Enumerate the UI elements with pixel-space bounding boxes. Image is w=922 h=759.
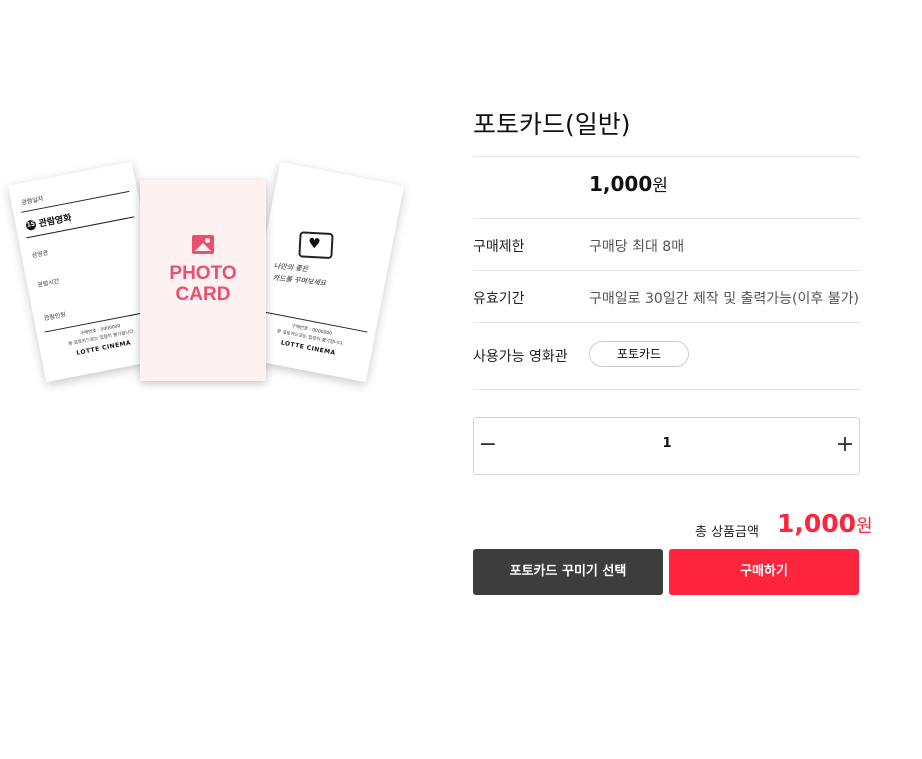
age-rating-badge: 15 <box>25 218 37 231</box>
validity-value: 구매일로 30일간 제작 및 출력가능(이후 불가) <box>589 291 859 307</box>
quantity-value[interactable]: 1 <box>644 436 690 451</box>
total-amount: 1,000 <box>777 509 857 538</box>
price-unit: 원 <box>652 176 668 196</box>
photo-card-line1: PHOTO <box>169 263 237 284</box>
total-price: 1,000원 <box>777 509 873 538</box>
photo-card-text: PHOTO CARD <box>140 263 266 305</box>
quantity-stepper: − 1 + <box>473 417 860 475</box>
decrease-quantity-button[interactable]: − <box>474 432 502 460</box>
ticket-movie-label: 관람영화 <box>38 213 73 230</box>
ticket-seat-label: 관람인원 <box>43 311 67 323</box>
product-title: 포토카드(일반) <box>473 110 631 139</box>
product-price: 1,000원 <box>589 171 668 196</box>
heart-speech-bubble-icon: ♥ <box>298 231 334 260</box>
back-card: ♥ 나만의 좋은 카드를 꾸며보세요 구매번호 : 0000000 본 포토카드… <box>242 161 404 383</box>
image-icon <box>192 235 214 254</box>
buy-button[interactable]: 구매하기 <box>669 549 859 595</box>
total-unit: 원 <box>856 516 873 537</box>
total-price-label: 총 상품금액 <box>695 525 759 540</box>
increase-quantity-button[interactable]: + <box>831 432 859 460</box>
divider <box>473 322 860 323</box>
product-image: 관람일자 15 관람영화 상영관 관람시간 관람인원 구매번호 : 000000… <box>0 150 420 430</box>
divider <box>473 156 860 157</box>
price-amount: 1,000 <box>589 172 653 196</box>
ticket-date-label: 관람일자 <box>20 195 44 207</box>
validity-label: 유효기간 <box>473 291 525 307</box>
theater-chip[interactable]: 포토카드 <box>589 341 689 367</box>
decorate-photocard-button[interactable]: 포토카드 꾸미기 선택 <box>473 549 663 595</box>
purchase-limit-label: 구매제한 <box>473 239 525 255</box>
purchase-limit-value: 구매당 최대 8매 <box>589 239 685 255</box>
divider <box>473 218 860 219</box>
handwriting-text: 나만의 좋은 카드를 꾸며보세요 <box>272 260 328 289</box>
divider <box>473 389 860 390</box>
divider <box>473 270 860 271</box>
photo-card-line2: CARD <box>175 284 231 305</box>
ticket-time-label: 관람시간 <box>36 277 60 289</box>
available-theater-label: 사용가능 영화관 <box>473 349 568 365</box>
photo-card: PHOTO CARD <box>140 180 266 381</box>
ticket-hall-label: 상영관 <box>31 249 49 260</box>
